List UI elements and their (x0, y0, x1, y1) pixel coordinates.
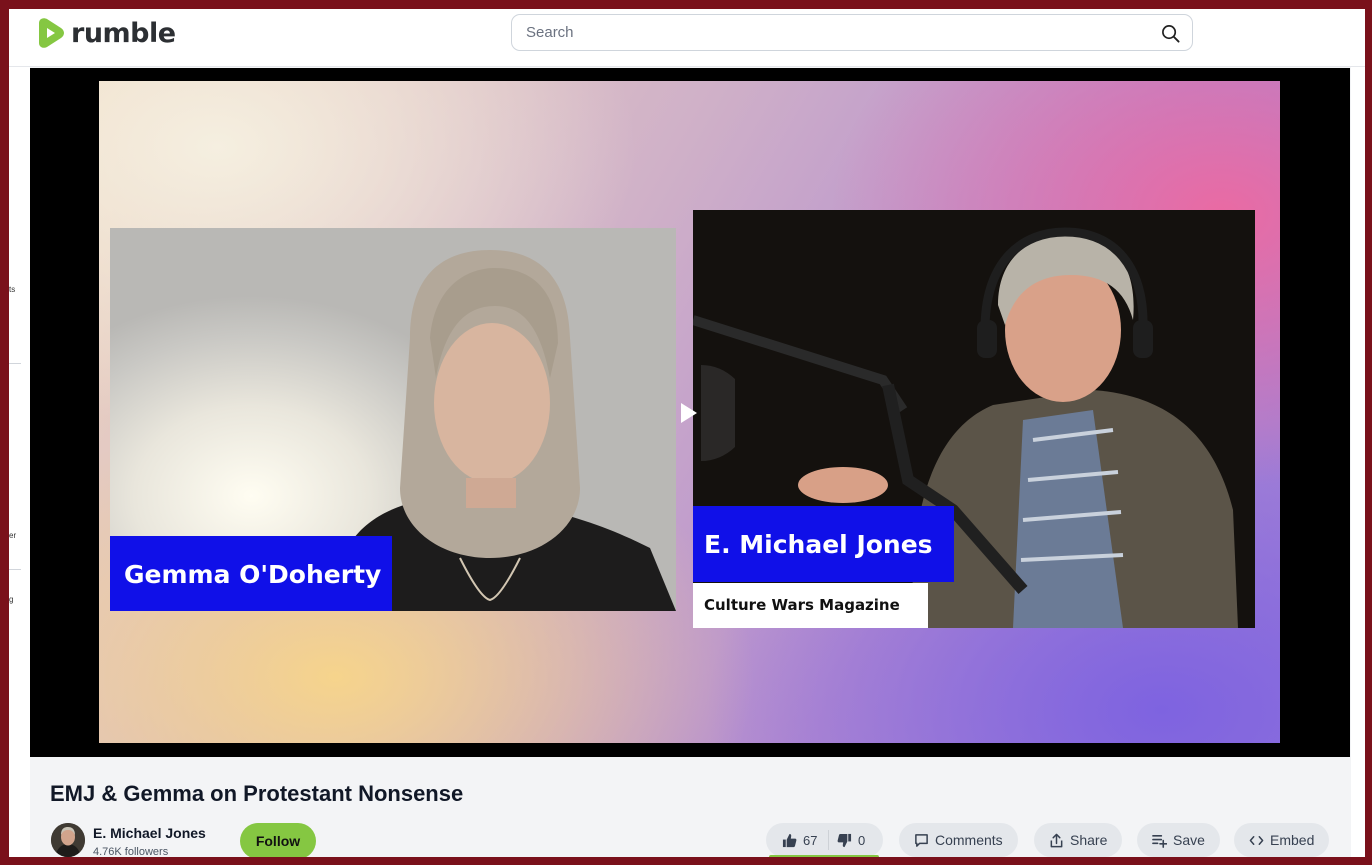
browser-window: rumble ts er g (9, 9, 1365, 857)
sidebar-collapsed-edge: ts er g (9, 67, 30, 857)
guest-right-camera: E. Michael Jones Culture Wars Magazine (693, 210, 1255, 628)
search-input[interactable] (526, 15, 1126, 50)
share-label: Share (1070, 832, 1108, 848)
sidebar-fragment[interactable]: ts (9, 285, 15, 294)
vote-divider (828, 830, 829, 850)
save-button[interactable]: Save (1137, 823, 1220, 857)
guest-left-nameplate: Gemma O'Doherty (110, 536, 392, 611)
vote-widget: 67 0 (766, 823, 883, 857)
guest-left-camera: Gemma O'Doherty (110, 228, 676, 611)
code-icon (1249, 835, 1264, 845)
save-label: Save (1173, 832, 1205, 848)
video-player[interactable]: Gemma O'Doherty E. Michael Jones Culture… (30, 68, 1350, 757)
sidebar-divider (9, 569, 21, 570)
rumble-logo-icon (39, 18, 64, 48)
channel-avatar[interactable] (51, 823, 85, 857)
embed-button[interactable]: Embed (1234, 823, 1330, 857)
thumbs-down-icon (837, 833, 852, 847)
video-info: EMJ & Gemma on Protestant Nonsense E. Mi… (30, 757, 1350, 857)
comment-icon (915, 833, 928, 847)
video-frame: Gemma O'Doherty E. Michael Jones Culture… (99, 81, 1280, 743)
search-box (511, 14, 1193, 51)
dislike-count: 0 (858, 832, 866, 848)
avatar-image (51, 823, 85, 857)
play-icon[interactable] (671, 365, 735, 461)
search-icon[interactable] (1161, 24, 1180, 43)
comments-label: Comments (935, 832, 1003, 848)
video-title: EMJ & Gemma on Protestant Nonsense (50, 781, 464, 806)
right-panel-edge (1351, 67, 1365, 857)
thumbs-up-icon (782, 833, 797, 847)
channel-name[interactable]: E. Michael Jones (93, 825, 206, 841)
dislike-button[interactable]: 0 (837, 823, 865, 857)
sidebar-fragment[interactable]: er (9, 531, 16, 540)
embed-label: Embed (1270, 832, 1315, 848)
share-icon (1050, 833, 1063, 847)
like-count: 67 (803, 832, 818, 848)
sidebar-fragment[interactable]: g (9, 595, 13, 604)
comments-button[interactable]: Comments (899, 823, 1018, 857)
sidebar-divider (9, 363, 21, 364)
follower-count: 4.76K followers (93, 846, 169, 857)
guest-right-affiliation: Culture Wars Magazine (693, 583, 928, 628)
like-button[interactable]: 67 (782, 823, 817, 857)
like-ratio-bar (769, 855, 879, 857)
site-header: rumble (9, 9, 1365, 67)
brand-name: rumble (71, 17, 176, 49)
guest-right-nameplate: E. Michael Jones (693, 506, 954, 582)
playlist-add-icon (1152, 834, 1167, 848)
share-button[interactable]: Share (1034, 823, 1123, 857)
rumble-logo[interactable]: rumble (35, 17, 176, 49)
follow-button[interactable]: Follow (240, 823, 316, 857)
